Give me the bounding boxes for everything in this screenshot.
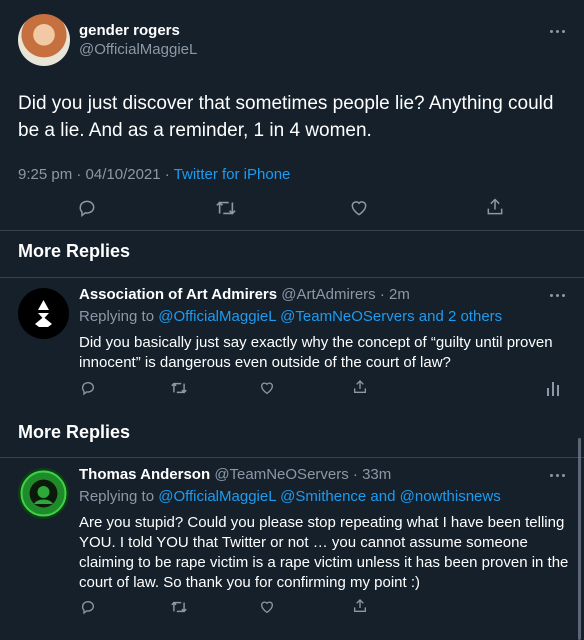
avatar[interactable] — [18, 468, 69, 519]
section-title: More Replies — [18, 241, 131, 261]
reply-text: Did you basically just say exactly why t… — [79, 334, 553, 371]
art-logo-icon — [35, 300, 52, 327]
retweet-icon[interactable] — [170, 599, 188, 615]
avatar[interactable] — [18, 14, 70, 66]
tweet-text: Did you just discover that sometimes peo… — [18, 93, 554, 141]
tweet-timestamp: 9:25 pm · 04/10/2021 · — [18, 166, 174, 183]
handle-and-time[interactable]: @ArtAdmirers · 2m — [281, 286, 410, 303]
replying-to-links[interactable]: @OfficialMaggieL @TeamNeOServers and 2 o… — [158, 308, 502, 325]
display-name[interactable]: gender rogers — [79, 22, 180, 39]
display-name[interactable]: Thomas Anderson — [79, 466, 210, 483]
like-icon[interactable] — [259, 380, 275, 396]
reply-header: Thomas Anderson @TeamNeOServers · 33m — [79, 466, 391, 483]
section-title: More Replies — [18, 422, 131, 442]
share-icon[interactable] — [352, 379, 368, 395]
scrollbar[interactable] — [578, 438, 581, 640]
divider — [0, 457, 584, 458]
like-icon[interactable] — [259, 599, 275, 615]
reply-text: Are you stupid? Could you please stop re… — [79, 514, 569, 591]
reply-icon[interactable] — [77, 198, 97, 218]
divider — [0, 277, 584, 278]
analytics-icon[interactable] — [547, 380, 559, 396]
like-icon[interactable] — [349, 198, 369, 218]
share-icon[interactable] — [352, 598, 368, 614]
reply-icon[interactable] — [80, 380, 96, 396]
replying-to-links[interactable]: @OfficialMaggieL @Smithence and @nowthis… — [158, 488, 501, 505]
more-options-icon[interactable] — [550, 28, 568, 34]
share-icon[interactable] — [485, 197, 505, 217]
retweet-icon[interactable] — [170, 380, 188, 396]
replying-to: Replying to @OfficialMaggieL @TeamNeOSer… — [79, 308, 503, 325]
display-name[interactable]: Association of Art Admirers — [79, 286, 277, 303]
retweet-icon[interactable] — [215, 198, 237, 218]
team-logo-icon — [20, 470, 67, 517]
handle-and-time[interactable]: @TeamNeOServers · 33m — [214, 466, 391, 483]
tweet-meta: 9:25 pm · 04/10/2021 · Twitter for iPhon… — [18, 166, 290, 183]
reply-icon[interactable] — [80, 599, 96, 615]
handle[interactable]: @OfficialMaggieL — [79, 41, 197, 58]
avatar[interactable] — [18, 288, 69, 339]
reply-header: Association of Art Admirers @ArtAdmirers… — [79, 286, 410, 303]
tweet-source-link[interactable]: Twitter for iPhone — [174, 166, 291, 183]
more-options-icon[interactable] — [550, 292, 568, 298]
more-options-icon[interactable] — [550, 472, 568, 478]
divider — [0, 230, 584, 231]
replying-to: Replying to @OfficialMaggieL @Smithence … — [79, 488, 501, 505]
